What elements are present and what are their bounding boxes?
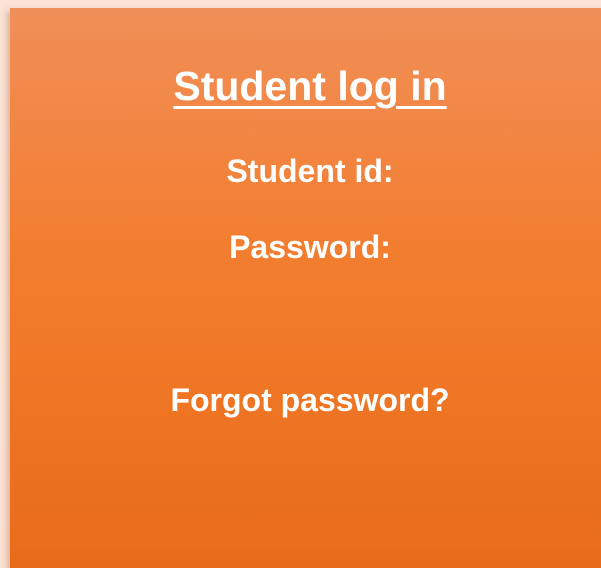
password-label: Password:: [229, 229, 391, 265]
page-title: Student log in: [173, 63, 447, 109]
forgot-password-link[interactable]: Forgot password?: [10, 379, 601, 421]
student-id-label: Student id:: [226, 153, 394, 189]
login-panel: Student log in Student id: Password: For…: [10, 8, 601, 568]
